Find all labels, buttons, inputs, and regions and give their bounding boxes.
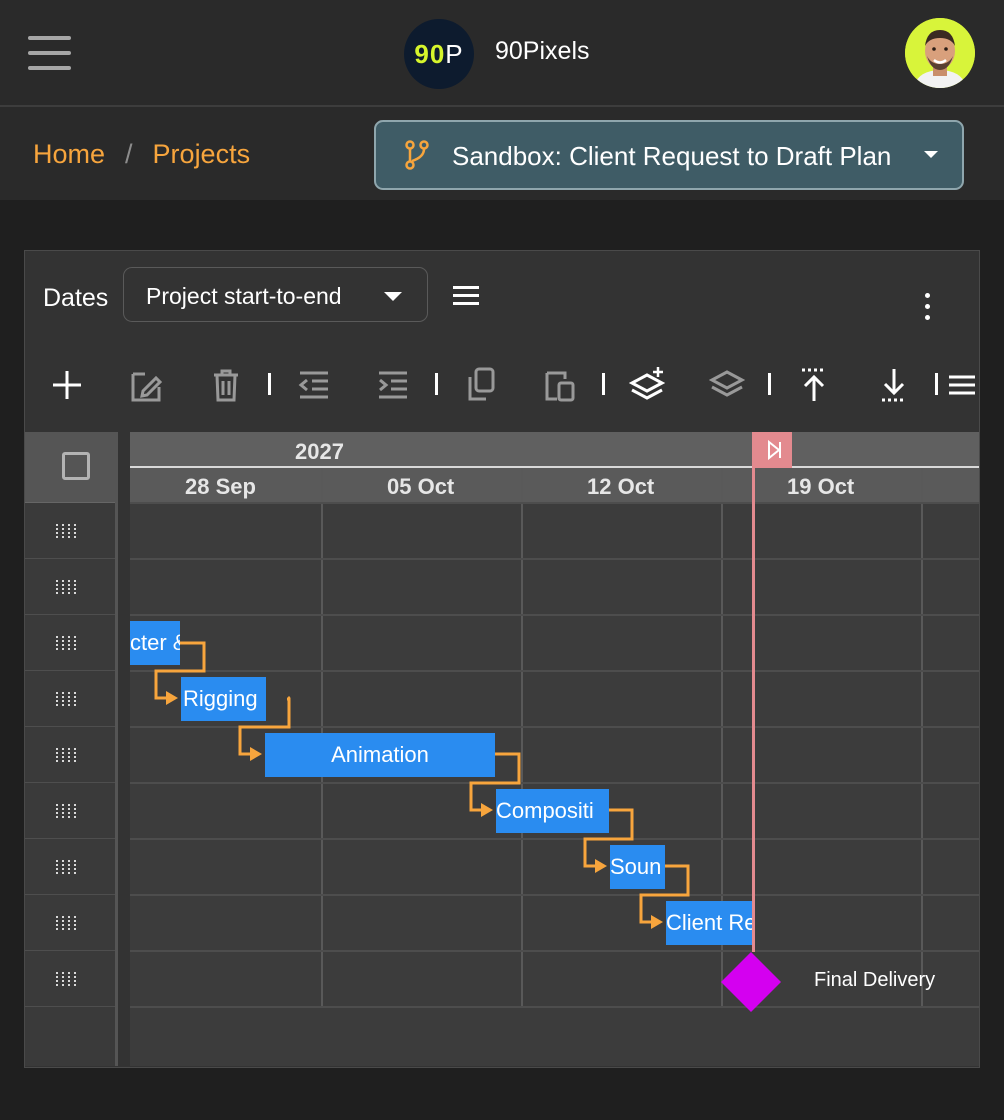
row-line — [25, 950, 115, 951]
task-bar[interactable]: Compositi — [496, 789, 609, 833]
paste-icon[interactable] — [543, 365, 577, 405]
toolbar-divider — [768, 373, 771, 395]
row-line — [25, 558, 115, 559]
drag-handle-icon[interactable] — [56, 580, 78, 596]
more-vertical-icon[interactable] — [925, 293, 930, 326]
layers-icon[interactable] — [709, 365, 745, 405]
dates-range-value: Project start-to-end — [146, 283, 342, 309]
chevron-down-icon — [384, 292, 402, 301]
trash-icon[interactable] — [211, 365, 241, 405]
drag-handle-icon[interactable] — [56, 524, 78, 540]
today-marker — [752, 432, 755, 952]
sandbox-label: Sandbox: Client Request to Draft Plan — [452, 141, 892, 171]
hamburger-icon[interactable] — [453, 285, 479, 307]
brand-name: 90Pixels — [495, 36, 590, 65]
task-bar-label: cter & — [130, 630, 180, 655]
breadcrumb: Home / Projects — [33, 139, 250, 170]
top-bar: 90 P 90Pixels — [0, 0, 1004, 107]
task-bar-label: Client Re — [666, 910, 752, 935]
drag-handle-icon[interactable] — [56, 748, 78, 764]
toolbar-divider — [268, 373, 271, 395]
milestone-label: Final Delivery — [814, 969, 936, 991]
task-list-header — [25, 432, 115, 503]
task-bar[interactable]: Rigging — [181, 677, 266, 721]
dates-range-select[interactable]: Project start-to-end — [123, 267, 428, 322]
drag-handle-icon[interactable] — [56, 692, 78, 708]
outdent-icon[interactable] — [298, 365, 330, 405]
hamburger-icon[interactable] — [28, 36, 71, 70]
logo-number: 90 — [414, 38, 446, 69]
row-line — [25, 726, 115, 727]
brand[interactable]: 90 P 90Pixels — [404, 19, 590, 89]
breadcrumb-projects[interactable]: Projects — [153, 139, 251, 170]
toolbar-divider — [602, 373, 605, 395]
indent-icon[interactable] — [377, 365, 409, 405]
row-line — [25, 1006, 115, 1007]
logo: 90 P — [404, 19, 474, 89]
task-bar[interactable]: Soun — [610, 845, 665, 889]
move-to-bottom-icon[interactable] — [880, 365, 908, 405]
task-bar-label: Soun — [610, 854, 662, 879]
row-line — [25, 782, 115, 783]
add-layer-icon[interactable] — [629, 365, 665, 405]
drag-handle-icon[interactable] — [56, 860, 78, 876]
avatar[interactable] — [905, 18, 975, 88]
drag-handle-icon[interactable] — [56, 804, 78, 820]
row-line — [25, 894, 115, 895]
chevron-down-icon — [924, 151, 938, 158]
gantt-timeline: 2027 28 Sep 05 Oct 12 Oct 19 Oct cter Ri… — [130, 432, 979, 1066]
task-bar-label: Compositi — [496, 798, 594, 823]
gantt-panel: Dates Project start-to-end 2027 28 Sep 0… — [24, 250, 980, 1068]
sandbox-dropdown[interactable]: Sandbox: Client Request to Draft Plan — [374, 120, 964, 190]
task-bar-label: Animation — [331, 742, 429, 767]
task-bar[interactable]: Animation — [265, 733, 495, 777]
dates-label: Dates — [43, 284, 109, 312]
sub-header: Home / Projects Sandbox: Client Request … — [0, 107, 1004, 200]
milestone-diamond[interactable] — [719, 950, 783, 1014]
drag-handle-icon[interactable] — [56, 636, 78, 652]
breadcrumb-home[interactable]: Home — [33, 139, 105, 170]
toolbar-divider — [435, 373, 438, 395]
row-line — [25, 670, 115, 671]
task-bar[interactable]: cter & — [130, 621, 180, 665]
drag-handle-icon[interactable] — [56, 916, 78, 932]
list-icon[interactable] — [947, 365, 977, 405]
today-flag-icon[interactable] — [752, 432, 792, 468]
task-bar-label: Rigging — [183, 686, 258, 711]
task-bar[interactable]: Client Re — [666, 901, 752, 945]
breadcrumb-separator: / — [125, 139, 133, 169]
move-to-top-icon[interactable] — [800, 365, 828, 405]
branch-icon — [405, 140, 429, 170]
drag-handle-icon[interactable] — [56, 972, 78, 988]
task-list-column — [25, 432, 118, 1066]
copy-icon[interactable] — [466, 365, 496, 405]
edit-icon[interactable] — [129, 365, 163, 405]
select-all-checkbox[interactable] — [62, 452, 90, 480]
row-line — [25, 614, 115, 615]
row-line — [25, 838, 115, 839]
logo-letter: P — [445, 38, 464, 69]
plus-icon[interactable] — [52, 365, 82, 405]
toolbar-divider — [935, 373, 938, 395]
